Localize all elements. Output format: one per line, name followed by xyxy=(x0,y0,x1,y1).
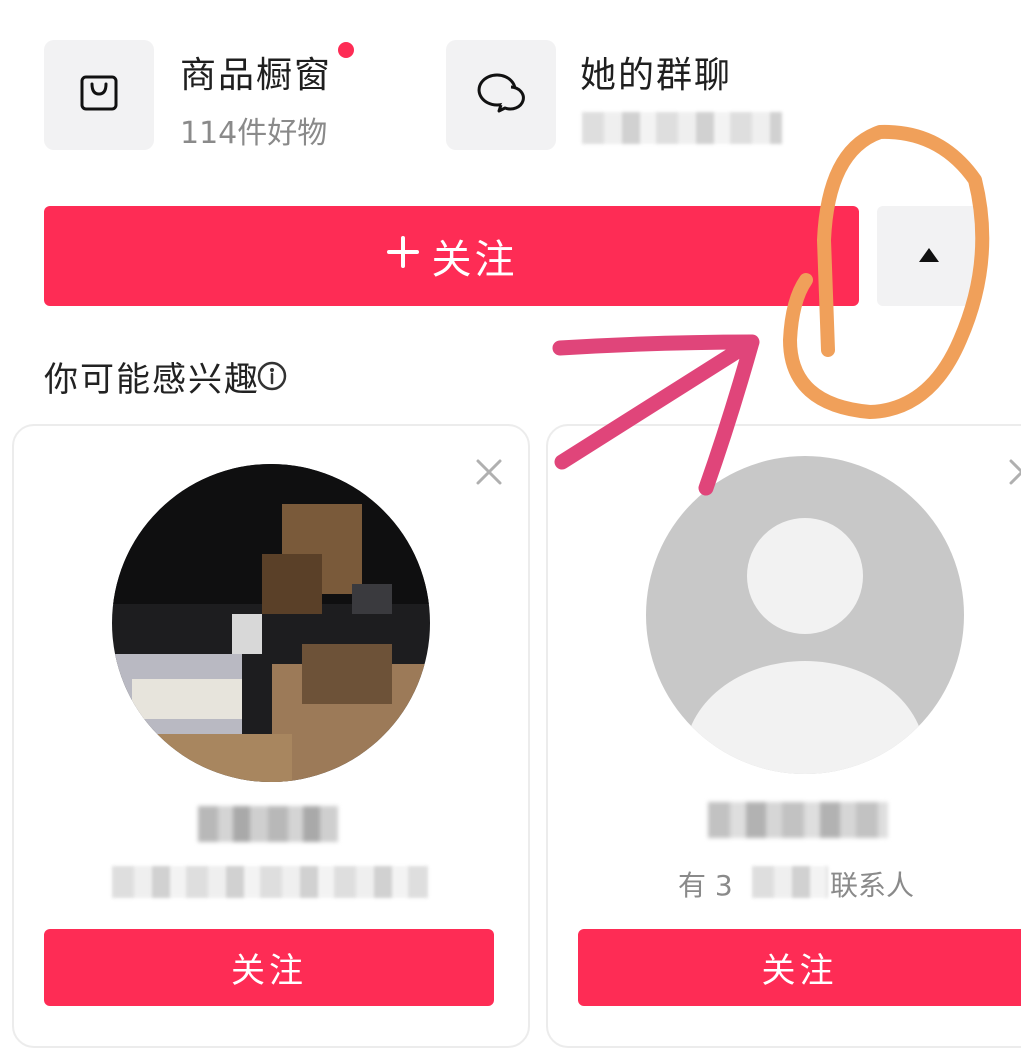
shop-title[interactable]: 商品橱窗 xyxy=(180,46,332,98)
card-follow-label: 关注 xyxy=(761,952,838,990)
username-redacted xyxy=(708,802,888,838)
group-chat-title[interactable]: 她的群聊 xyxy=(580,46,732,98)
more-options-button[interactable] xyxy=(877,206,981,306)
info-icon[interactable] xyxy=(256,360,288,396)
chat-bubbles-icon xyxy=(473,69,529,121)
shopping-bag-icon xyxy=(77,71,121,119)
close-icon[interactable] xyxy=(475,458,503,490)
group-chat-subtitle-redacted xyxy=(582,112,782,144)
username-redacted xyxy=(198,806,338,842)
caret-up-icon xyxy=(918,247,940,266)
default-avatar[interactable] xyxy=(646,456,964,774)
plus-icon xyxy=(386,234,420,279)
close-icon[interactable] xyxy=(1008,458,1021,490)
notification-dot xyxy=(338,42,354,58)
avatar[interactable] xyxy=(112,464,430,782)
mutual-contacts-redacted xyxy=(752,866,828,898)
card-follow-label: 关注 xyxy=(231,952,307,990)
shop-tile[interactable] xyxy=(44,40,154,150)
mutual-contacts-suffix: 联系人 xyxy=(830,869,915,902)
mutual-contacts-prefix: 有 3 xyxy=(678,869,733,902)
card-follow-button[interactable]: 关注 xyxy=(44,929,494,1006)
suggestions-title: 你可能感兴趣 xyxy=(44,360,260,400)
follow-button[interactable]: 关注 xyxy=(44,206,859,306)
group-chat-tile[interactable] xyxy=(446,40,556,150)
card-follow-button[interactable]: 关注 xyxy=(578,929,1021,1006)
shop-subtitle: 114件好物 xyxy=(180,116,328,151)
subtitle-redacted xyxy=(112,866,428,898)
follow-button-label: 关注 xyxy=(431,238,518,282)
